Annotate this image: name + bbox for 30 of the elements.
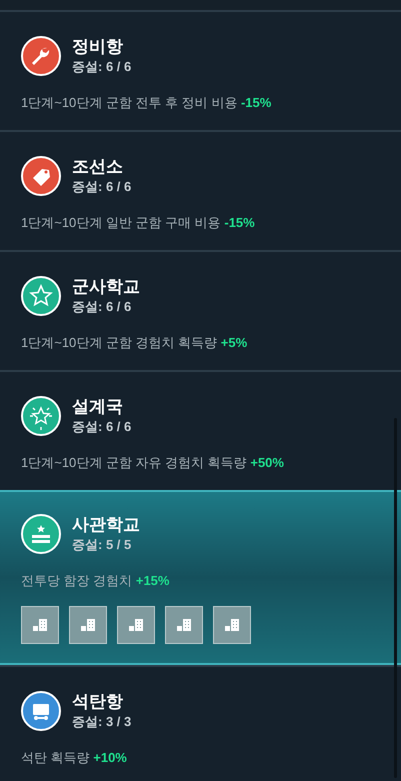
upgrade-level: 증설: 6 / 6 bbox=[72, 58, 132, 76]
building-slot[interactable] bbox=[117, 606, 155, 644]
building-name: 사관학교 bbox=[72, 514, 140, 536]
building-name: 설계국 bbox=[72, 396, 124, 418]
building-slot[interactable] bbox=[213, 606, 251, 644]
upgrade-level: 증설: 3 / 3 bbox=[72, 713, 132, 731]
building-effect: 1단계~10단계 군함 전투 후 정비 비용 -15% bbox=[21, 94, 272, 112]
building-name: 조선소 bbox=[72, 156, 124, 178]
building-slot[interactable] bbox=[21, 606, 59, 644]
upgrade-level: 증설: 6 / 6 bbox=[72, 418, 132, 436]
building-name: 석탄항 bbox=[72, 691, 124, 713]
building-name: 정비항 bbox=[72, 36, 124, 58]
building-slot[interactable] bbox=[165, 606, 203, 644]
building-icon bbox=[225, 618, 239, 630]
building-effect: 1단계~10단계 군함 경험치 획득량 +5% bbox=[21, 334, 248, 352]
building-name: 군사학교 bbox=[72, 276, 140, 298]
building-effect: 1단계~10단계 일반 군함 구매 비용 -15% bbox=[21, 214, 256, 232]
upgrade-level: 증설: 6 / 6 bbox=[72, 178, 132, 196]
upgrade-level: 증설: 5 / 5 bbox=[72, 536, 132, 554]
building-effect: 전투당 함장 경험치 +15% bbox=[21, 572, 170, 590]
building-slot[interactable] bbox=[69, 606, 107, 644]
scrollbar[interactable] bbox=[394, 418, 397, 778]
building-icon bbox=[81, 618, 95, 630]
building-icon bbox=[129, 618, 143, 630]
building-icon bbox=[177, 618, 191, 630]
building-effect: 석탄 획득량 +10% bbox=[21, 749, 128, 767]
upgrade-level: 증설: 6 / 6 bbox=[72, 298, 132, 316]
selected-building-card[interactable]: 사관학교 증설: 5 / 5 전투당 함장 경험치 +15% bbox=[0, 490, 401, 665]
building-icon bbox=[33, 618, 47, 630]
building-effect: 1단계~10단계 군함 자유 경험치 획득량 +50% bbox=[21, 454, 285, 472]
